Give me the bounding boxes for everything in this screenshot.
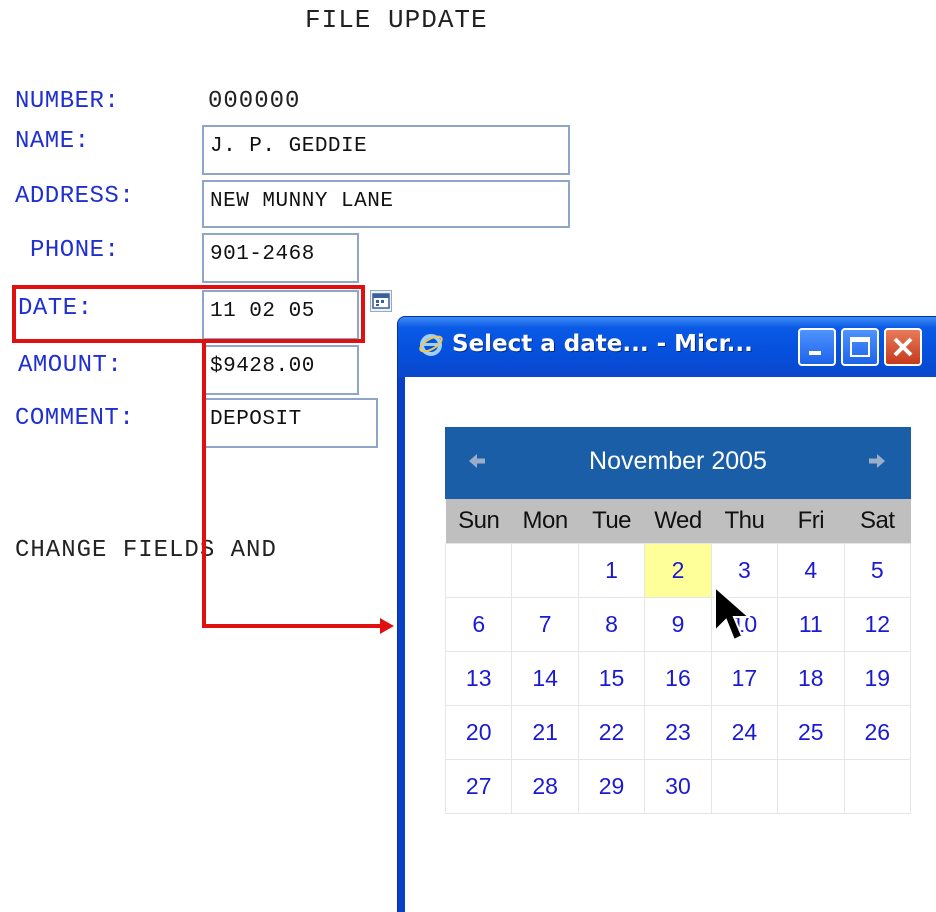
calendar-day-empty: [710, 759, 779, 814]
calendar-day[interactable]: 15: [577, 651, 646, 706]
calendar-week-row: 6 7 8 9 10 11 12: [444, 597, 912, 652]
popup-content: November 2005 Sun Mon Tue Wed Thu Fri Sa…: [405, 377, 936, 912]
calendar-day[interactable]: 25: [777, 705, 845, 760]
number-label: NUMBER:: [15, 88, 120, 115]
calendar-day[interactable]: 9: [644, 597, 712, 652]
calendar-day[interactable]: 20: [444, 705, 513, 760]
weekday-header: Mon: [511, 499, 579, 544]
number-value: 000000: [208, 88, 301, 115]
amount-field[interactable]: $9428.00: [202, 345, 359, 395]
calendar-day-empty: [843, 759, 912, 814]
instruction-text: CHANGE FIELDS AND: [15, 537, 277, 564]
address-field[interactable]: NEW MUNNY LANE: [202, 180, 570, 228]
address-label: ADDRESS:: [15, 183, 135, 210]
calendar-day[interactable]: 5: [843, 543, 912, 598]
maximize-button[interactable]: [841, 328, 879, 366]
calendar-day[interactable]: 4: [777, 543, 845, 598]
calendar-day[interactable]: 11: [777, 597, 845, 652]
calendar-day[interactable]: 18: [777, 651, 845, 706]
weekday-header: Wed: [644, 499, 712, 544]
calendar-day[interactable]: 30: [644, 759, 712, 814]
calendar: November 2005 Sun Mon Tue Wed Thu Fri Sa…: [444, 427, 912, 814]
amount-label: AMOUNT:: [18, 352, 123, 379]
name-field[interactable]: J. P. GEDDIE: [202, 125, 570, 175]
calendar-day[interactable]: 14: [511, 651, 579, 706]
calendar-week-row: 27 28 29 30: [444, 759, 912, 814]
calendar-header: November 2005: [445, 427, 911, 499]
comment-label: COMMENT:: [15, 405, 135, 432]
close-icon: [893, 337, 913, 357]
calendar-day[interactable]: 8: [577, 597, 646, 652]
date-picker-popup: Select a date... - Micr... November 2005…: [397, 316, 936, 912]
popup-titlebar[interactable]: Select a date... - Micr...: [398, 317, 936, 377]
calendar-day-empty: [777, 759, 845, 814]
calendar-icon: [372, 293, 390, 309]
popup-title: Select a date... - Micr...: [452, 331, 753, 357]
mouse-cursor-icon: [714, 585, 752, 642]
arrow-line-vertical: [202, 343, 206, 628]
weekday-header-row: Sun Mon Tue Wed Thu Fri Sat: [445, 499, 911, 544]
weekday-header: Sun: [445, 499, 512, 544]
calendar-day-empty: [511, 543, 579, 598]
calendar-day[interactable]: 23: [644, 705, 712, 760]
phone-field[interactable]: 901-2468: [202, 233, 359, 283]
calendar-month-title: November 2005: [589, 447, 767, 475]
calendar-day[interactable]: 26: [843, 705, 912, 760]
calendar-day[interactable]: 21: [511, 705, 579, 760]
calendar-day[interactable]: 17: [710, 651, 779, 706]
calendar-week-row: 13 14 15 16 17 18 19: [444, 651, 912, 706]
calendar-day[interactable]: 24: [710, 705, 779, 760]
close-button[interactable]: [884, 328, 922, 366]
page-title: FILE UPDATE: [305, 5, 488, 35]
calendar-day[interactable]: 16: [644, 651, 712, 706]
calendar-body: 1 2 3 4 5 6 7 8 9 10 11 12 13 14 15 16 17 18 19 20 21 22 23 24 2…: [444, 543, 912, 814]
name-label: NAME:: [15, 128, 90, 155]
arrow-line-horizontal: [202, 624, 382, 628]
next-month-button[interactable]: [865, 449, 889, 473]
calendar-day[interactable]: 12: [843, 597, 912, 652]
date-highlight-box: [12, 285, 365, 343]
calendar-day[interactable]: 28: [511, 759, 579, 814]
comment-field[interactable]: DEPOSIT: [202, 398, 378, 448]
weekday-header: Thu: [711, 499, 778, 544]
calendar-day[interactable]: 27: [444, 759, 513, 814]
calendar-day[interactable]: 19: [843, 651, 912, 706]
phone-label: PHONE:: [30, 237, 120, 264]
calendar-day-selected[interactable]: 2: [644, 543, 712, 598]
calendar-day[interactable]: 1: [577, 543, 646, 598]
calendar-picker-button[interactable]: [370, 290, 392, 312]
weekday-header: Fri: [777, 499, 845, 544]
weekday-header: Sat: [844, 499, 911, 544]
calendar-day[interactable]: 6: [444, 597, 513, 652]
calendar-day[interactable]: 7: [511, 597, 579, 652]
calendar-week-row: 20 21 22 23 24 25 26: [444, 705, 912, 760]
weekday-header: Tue: [578, 499, 645, 544]
maximize-icon: [850, 337, 870, 357]
calendar-day[interactable]: 29: [577, 759, 646, 814]
ie-icon: [419, 334, 443, 356]
calendar-week-row: 12345: [444, 543, 912, 598]
minimize-icon: [809, 351, 821, 355]
arrow-head-icon: [380, 618, 394, 634]
calendar-grid: Sun Mon Tue Wed Thu Fri Sat 1 2 3 4 5 6 7 8 9 10 1…: [444, 499, 912, 814]
minimize-button[interactable]: [798, 328, 836, 366]
calendar-day-empty: [444, 543, 513, 598]
calendar-day[interactable]: 13: [444, 651, 513, 706]
calendar-day[interactable]: 22: [577, 705, 646, 760]
